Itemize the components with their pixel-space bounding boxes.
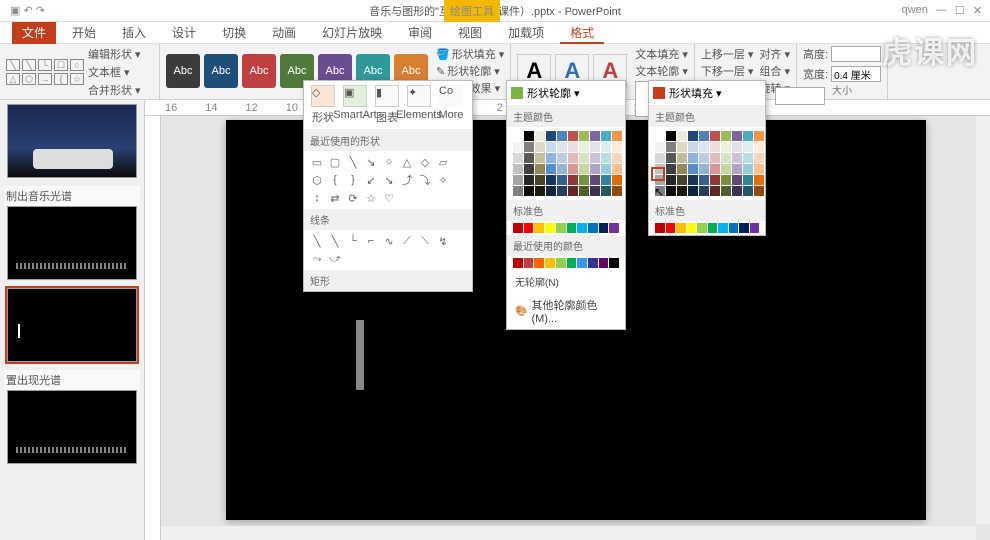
input-height[interactable] [831, 46, 881, 62]
contextual-tab-label: 绘图工具 [444, 0, 500, 22]
tab-transitions[interactable]: 切换 [212, 22, 256, 44]
tab-review[interactable]: 审阅 [398, 22, 442, 44]
shape-outline-dropdown[interactable]: 形状轮廓 ▾ A 艺术字 主题颜色 标准色 最近使用的颜色 无轮廓(N) 🎨 其… [506, 80, 626, 330]
group-insert-shape: ╲╲└☐○ △⬡→{☆ 编辑形状 ▾ 文本框 ▾ 合并形状 ▾ 插入形状 [0, 44, 160, 99]
style-swatch[interactable]: Abc [166, 54, 200, 88]
btn-text-fill[interactable]: 文本填充 ▾ [635, 46, 688, 62]
scrollbar-vertical[interactable] [976, 116, 990, 524]
menu-no-outline[interactable]: 无轮廓(N) [507, 270, 625, 293]
pen-icon [511, 87, 523, 99]
outline-header: 形状轮廓 ▾ [527, 85, 580, 101]
user-name[interactable]: qwen [902, 4, 928, 17]
tab-animations[interactable]: 动画 [262, 22, 306, 44]
btn-group[interactable]: 组合 ▾ [759, 63, 790, 79]
standard-colors[interactable] [649, 221, 765, 235]
thumb-1[interactable] [4, 104, 140, 178]
tab-file[interactable]: 文件 [12, 22, 56, 44]
thumb-2[interactable]: 制出音乐光谱 [4, 186, 140, 280]
shape-gallery[interactable]: ╲╲└☐○ △⬡→{☆ [6, 59, 84, 85]
tab-addins[interactable]: 加载项 [498, 22, 554, 44]
btn-shape-fill[interactable]: 🪣 形状填充 ▾ [436, 46, 504, 62]
shapes-dropdown[interactable]: ◇形状 ▣SmartArt ▮图表 ✦Elements CoMore 最近使用的… [303, 80, 473, 292]
sec-rects: 矩形 [304, 270, 472, 291]
maximize-icon[interactable]: ☐ [955, 4, 965, 17]
btn-shape-outline[interactable]: ✎ 形状轮廓 ▾ [436, 63, 504, 79]
sec-lines: 线条 [304, 209, 472, 230]
btn-merge-shapes[interactable]: 合并形状 ▾ [88, 82, 141, 98]
theme-colors[interactable] [649, 127, 765, 200]
style-swatch[interactable]: Abc [242, 54, 276, 88]
recent-colors[interactable] [507, 256, 625, 270]
ribbon-tabs: 绘图工具 文件 开始 插入 设计 切换 动画 幻灯片放映 审阅 视图 加载项 格… [0, 22, 990, 44]
bucket-icon [653, 87, 665, 99]
shape-fill-dropdown[interactable]: 形状填充 ▾ 主题颜色 ↖ 标准色 [648, 80, 766, 236]
tab-home[interactable]: 开始 [62, 22, 106, 44]
selected-shape[interactable] [356, 320, 364, 390]
thumb-3[interactable] [4, 288, 140, 362]
qat[interactable]: ▣ ↶ ↷ [10, 4, 45, 17]
btn-edit-shape[interactable]: 编辑形状 ▾ [88, 46, 141, 62]
btn-send-backward[interactable]: 下移一层 ▾ [701, 63, 754, 79]
workspace: 制出音乐光谱 置出现光谱 1614121086420246810121416 [0, 100, 990, 540]
btn-bring-forward[interactable]: 上移一层 ▾ [701, 46, 754, 62]
menu-more-colors[interactable]: 🎨 其他轮廓颜色(M)... [507, 293, 625, 329]
ribbon: ╲╲└☐○ △⬡→{☆ 编辑形状 ▾ 文本框 ▾ 合并形状 ▾ 插入形状 Abc… [0, 44, 990, 100]
btn-align[interactable]: 对齐 ▾ [759, 46, 790, 62]
recent-shapes[interactable]: ▭▢╲↘○△◇▱⬡{} ↙↘⤴⤵✧↕⇄⟳☆♡ [304, 151, 472, 209]
window-controls: qwen — ☐ ✕ [902, 4, 982, 17]
btn-text-outline[interactable]: 文本轮廓 ▾ [635, 63, 688, 79]
standard-colors[interactable] [507, 221, 625, 235]
thumb-4[interactable]: 置出现光谱 [4, 370, 140, 464]
color-input[interactable] [775, 87, 825, 105]
label-height: 高度: [803, 46, 828, 62]
btn-elements[interactable]: ✦Elements [404, 85, 434, 125]
tab-format[interactable]: 格式 [560, 22, 604, 44]
tab-slideshow[interactable]: 幻灯片放映 [312, 22, 392, 44]
line-shapes[interactable]: ╲╲└⌐∿⟋⟍↯⤳⤻ [304, 230, 472, 270]
tab-insert[interactable]: 插入 [112, 22, 156, 44]
close-icon[interactable]: ✕ [973, 4, 982, 17]
fill-header: 形状填充 ▾ [669, 85, 722, 101]
btn-more[interactable]: CoMore [436, 85, 466, 125]
scrollbar-horizontal[interactable] [161, 526, 976, 540]
tab-design[interactable]: 设计 [162, 22, 206, 44]
btn-smartart[interactable]: ▣SmartArt [340, 85, 370, 125]
ruler-vertical [145, 116, 161, 540]
input-width[interactable] [831, 66, 881, 82]
minimize-icon[interactable]: — [936, 4, 947, 17]
tab-view[interactable]: 视图 [448, 22, 492, 44]
label-width: 宽度: [803, 66, 828, 82]
theme-colors[interactable] [507, 127, 625, 200]
sec-recent: 最近使用的形状 [304, 130, 472, 151]
style-swatch[interactable]: Abc [204, 54, 238, 88]
btn-text-box[interactable]: 文本框 ▾ [88, 64, 141, 80]
slide-thumbnails[interactable]: 制出音乐光谱 置出现光谱 [0, 100, 145, 540]
